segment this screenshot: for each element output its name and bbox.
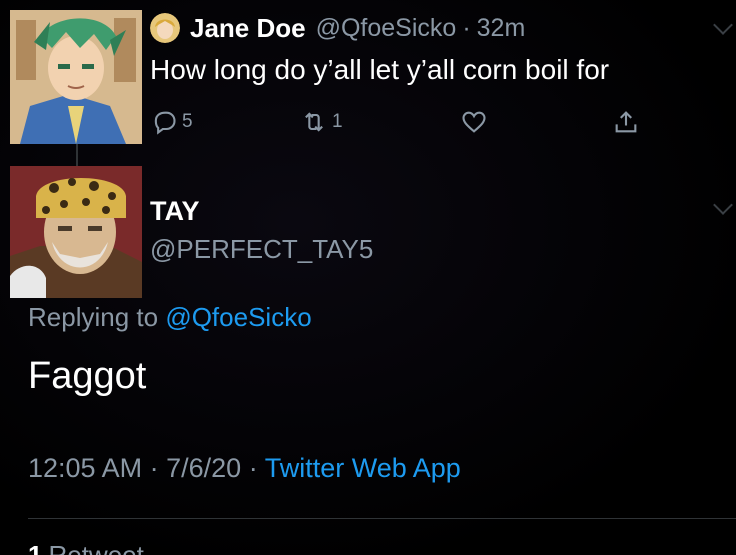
tweet-metadata: 12:05 AM · 7/6/20 · Twitter Web App xyxy=(28,453,461,484)
tay-avatar[interactable] xyxy=(10,166,142,298)
retweet-total: 1 xyxy=(28,540,43,555)
share-button[interactable] xyxy=(612,108,640,136)
share-icon xyxy=(615,111,637,133)
tweet-date[interactable]: 7/6/20 xyxy=(166,453,241,483)
tweet-header: Jane Doe @QfoeSicko · 32m xyxy=(150,12,525,44)
replying-mention-link[interactable]: @QfoeSicko xyxy=(165,302,311,332)
heart-icon xyxy=(462,111,486,133)
chevron-down-icon[interactable] xyxy=(713,15,733,35)
replying-to-line: Replying to @QfoeSicko xyxy=(28,302,312,333)
separator-dot: · xyxy=(248,453,258,483)
source-app-link[interactable]: Twitter Web App xyxy=(265,453,461,483)
blonde-avatar-icon xyxy=(150,13,180,43)
reply-button[interactable]: 5 xyxy=(150,108,193,136)
retweet-label: Retweet xyxy=(48,540,144,555)
tweet-screen: Jane Doe @QfoeSicko · 32m How long do y’… xyxy=(0,0,736,555)
retweet-icon xyxy=(305,112,323,132)
author-name[interactable]: Jane Doe xyxy=(190,13,306,44)
divider xyxy=(28,518,736,519)
jane-doe-avatar[interactable] xyxy=(10,10,142,144)
retweet-button[interactable]: 1 xyxy=(300,108,343,136)
tweet-time[interactable]: 32m xyxy=(477,14,526,43)
like-button[interactable] xyxy=(460,108,488,136)
reply-text: Faggot xyxy=(28,355,147,397)
replying-prefix: Replying to xyxy=(28,302,159,332)
retweet-stats[interactable]: 1 Retweet xyxy=(28,540,144,555)
author-handle[interactable]: @QfoeSicko xyxy=(316,14,457,43)
retweet-count: 1 xyxy=(332,111,343,132)
tweet-text: How long do y’all let y’all corn boil fo… xyxy=(150,54,610,85)
tweet-actions: 5 1 xyxy=(150,108,650,142)
separator-dot: · xyxy=(149,453,159,483)
anime-character-avatar-image xyxy=(10,166,142,298)
tweet-timestamp[interactable]: 12:05 AM xyxy=(28,453,142,483)
thread-connector-line xyxy=(76,144,78,166)
reply-icon xyxy=(154,111,176,135)
anime-character-avatar-image xyxy=(10,10,142,144)
chevron-down-icon[interactable] xyxy=(713,195,733,215)
reply-author-name[interactable]: TAY xyxy=(150,196,200,227)
separator-dot: · xyxy=(462,13,471,42)
reply-author-handle[interactable]: @PERFECT_TAY5 xyxy=(150,234,373,265)
reply-count: 5 xyxy=(182,111,193,132)
